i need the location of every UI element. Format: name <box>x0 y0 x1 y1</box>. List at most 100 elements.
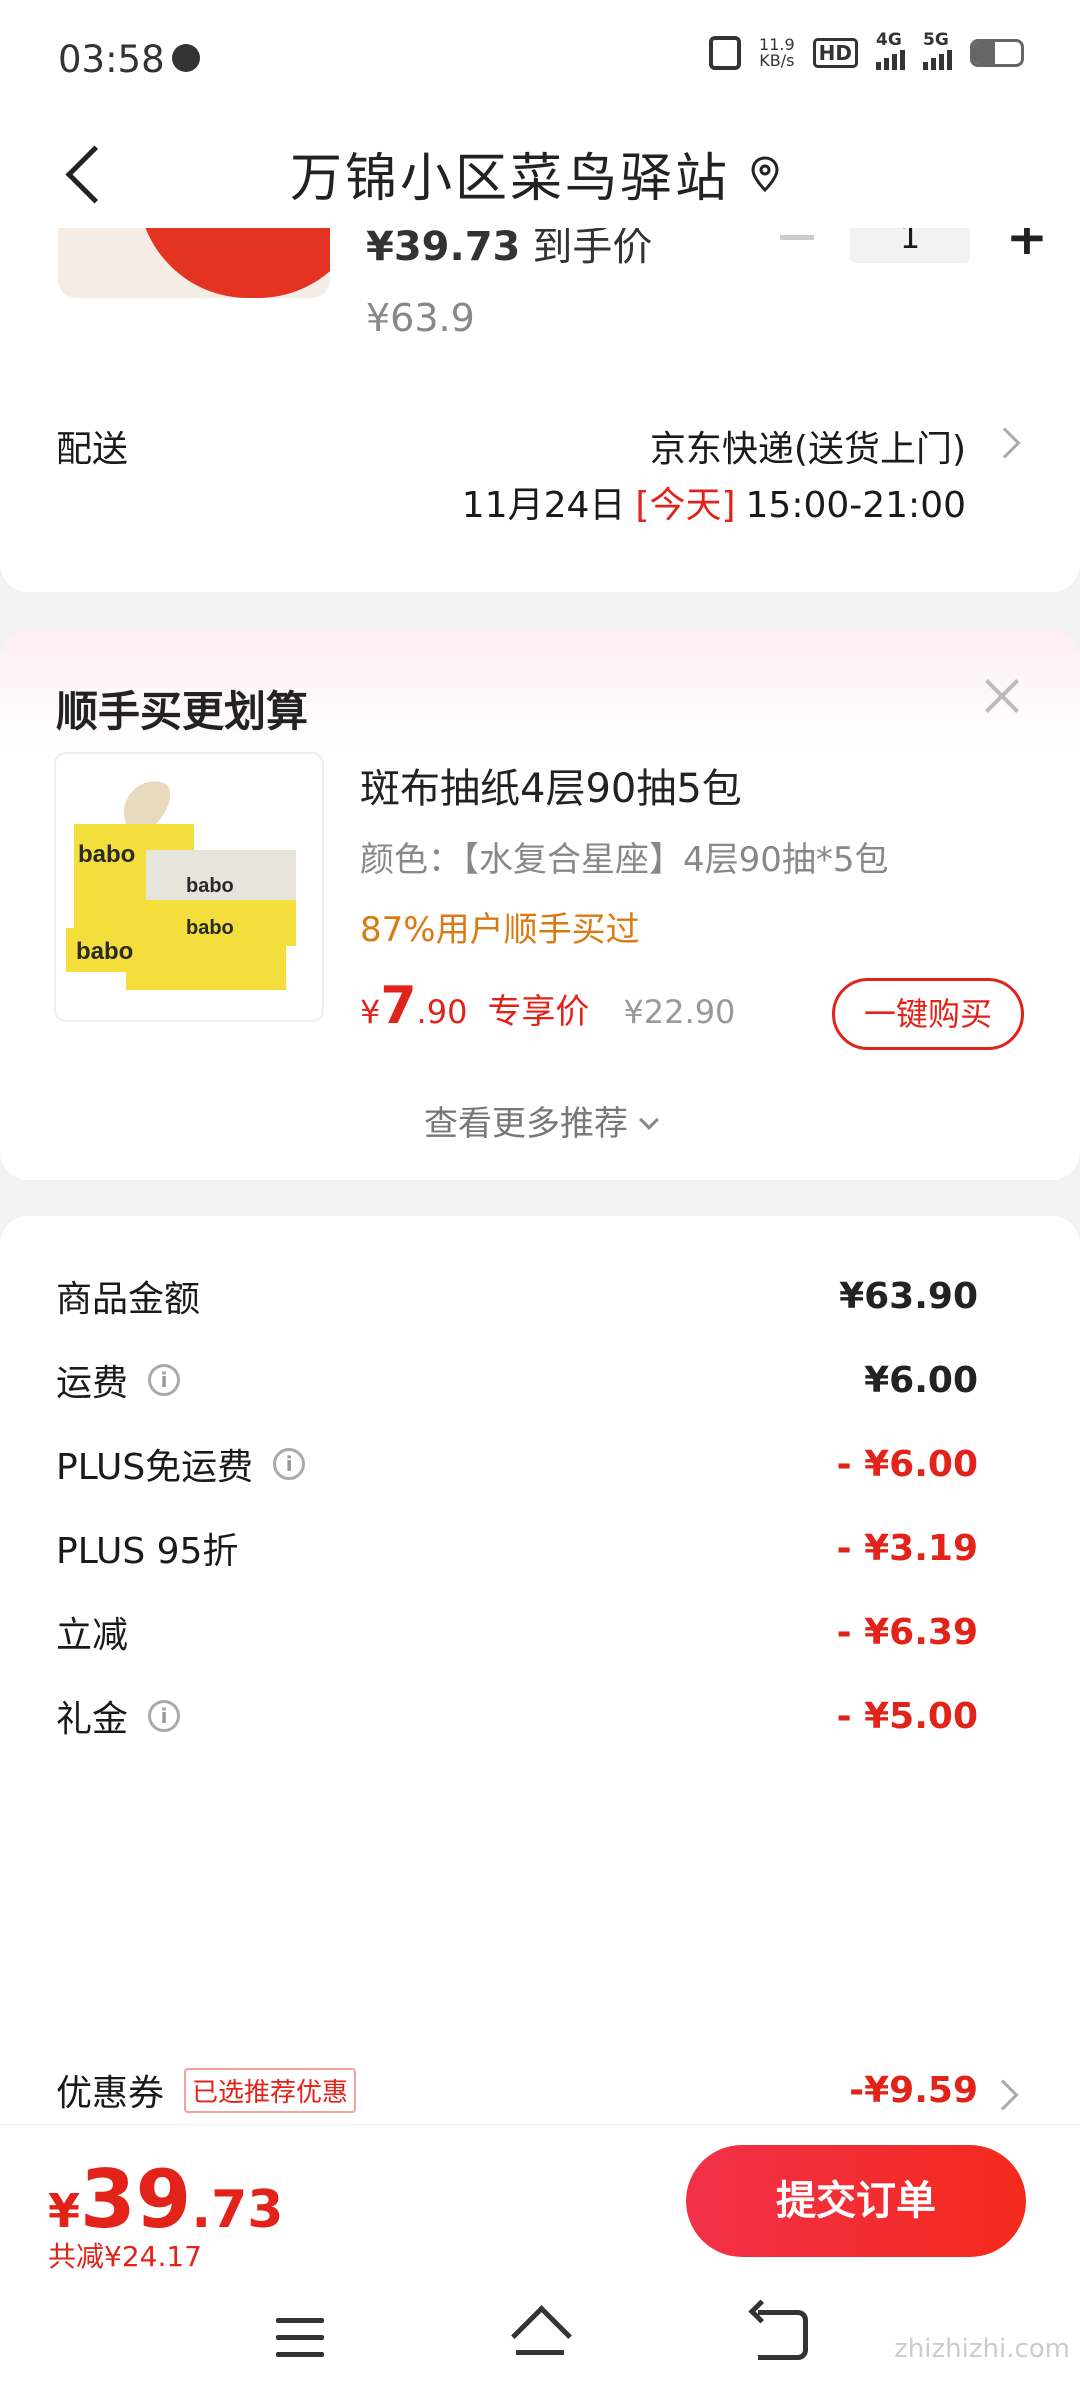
fee-row: 礼金 i - ¥5.00 <box>0 1690 1080 1760</box>
status-icons: 11.9 KB/s HD 4G 5G <box>709 30 1024 70</box>
recommend-social-proof: 87%用户顺手买过 <box>360 910 640 950</box>
info-icon[interactable]: i <box>273 1448 306 1480</box>
recommendation-title: 顺手买更划算 <box>56 687 309 736</box>
menu-icon[interactable] <box>276 2318 324 2358</box>
chevron-right-icon[interactable] <box>989 427 1021 459</box>
fee-label-wrap: 运费 i <box>56 1354 181 1406</box>
tissue-pack-image: babo babo babo babo <box>66 781 296 990</box>
chevron-down-icon <box>639 1110 659 1130</box>
price-decimal: .90 <box>416 993 468 1031</box>
net-speed: 11.9 KB/s <box>759 37 795 69</box>
fee-label: 立减 <box>56 1615 129 1656</box>
fee-label: 礼金 <box>56 1699 129 1740</box>
fee-summary: 商品金额 ¥63.90 运费 i ¥6.00 PLUS免运费 i - ¥6.00 PLUS 95… <box>0 1216 1080 2156</box>
fee-value: ¥6.00 <box>864 1360 978 1401</box>
submit-bar: ¥39.73 共减¥24.17 提交订单 <box>0 2124 1080 2284</box>
fee-label-wrap: 立减 <box>56 1606 128 1658</box>
chevron-right-icon[interactable] <box>987 2079 1019 2111</box>
brand-logo-2: babo <box>186 875 234 897</box>
coupon-tag: 已选推荐优惠 <box>184 2067 357 2113</box>
total-decimal: .73 <box>191 2180 284 2240</box>
battery-fill <box>973 42 995 64</box>
recommend-product-name[interactable]: 斑布抽纸4层90抽5包 <box>360 756 742 814</box>
shipping-today: [今天] <box>635 485 736 526</box>
coupon-label: 优惠券 <box>56 2073 165 2114</box>
fee-label: PLUS 95折 <box>56 1531 239 1572</box>
shipping-date: 11月24日 <box>461 485 626 526</box>
exclusive-price-label: 专享价 <box>487 992 590 1032</box>
price-yen: ¥ <box>360 993 381 1031</box>
decrease-button[interactable] <box>780 234 814 240</box>
product-thumbnail[interactable] <box>58 228 330 298</box>
return-icon[interactable] <box>758 2310 808 2360</box>
signal-5g-icon: 5G <box>923 30 952 70</box>
quantity-stepper: 1 + <box>780 228 1048 266</box>
increase-button[interactable]: + <box>1006 228 1048 266</box>
more-recommendations-label: 查看更多推荐 <box>424 1104 628 1144</box>
more-recommendations-link[interactable]: 查看更多推荐 <box>0 1096 1080 1145</box>
battery-icon <box>970 39 1024 67</box>
signal-4g-icon: 4G <box>876 30 905 70</box>
home-icon[interactable] <box>508 2308 572 2364</box>
fee-label: 商品金额 <box>56 1279 201 1320</box>
fee-label-wrap: 礼金 i <box>56 1690 181 1742</box>
original-price: ¥63.9 <box>366 296 475 340</box>
price-integer: 7 <box>380 976 417 1036</box>
status-bar: 03:58 11.9 KB/s HD 4G 5G <box>0 0 1080 118</box>
fee-label: PLUS免运费 <box>56 1447 254 1488</box>
hd-icon: HD <box>812 38 858 68</box>
shipping-time: 11月24日 [今天] 15:00-21:00 <box>462 476 966 528</box>
coupon-label-wrap: 优惠券 已选推荐优惠 <box>56 2064 357 2116</box>
globe-icon <box>172 44 200 72</box>
nav-bar: 万锦小区菜鸟驿站 <box>0 118 1080 228</box>
order-card: ¥39.73 到手价 1 + ¥63.9 配送 京东快递(送货上门) 11月24日… <box>0 228 1080 592</box>
fee-value: - ¥5.00 <box>836 1696 978 1737</box>
vibrate-icon <box>709 36 742 70</box>
fee-value: - ¥3.19 <box>836 1528 978 1569</box>
quantity-input[interactable]: 1 <box>850 228 970 263</box>
fee-label-wrap: PLUS免运费 i <box>56 1438 306 1490</box>
back-icon[interactable] <box>60 144 116 204</box>
recommend-old-price: ¥22.90 <box>623 993 736 1031</box>
fee-row: 运费 i ¥6.00 <box>0 1354 1080 1424</box>
shipping-label: 配送 <box>56 429 129 470</box>
coupon-value: -¥9.59 <box>849 2070 978 2111</box>
fee-row: PLUS 95折 - ¥3.19 <box>0 1522 1080 1592</box>
recommend-product-spec: 颜色：【水复合星座】4层90抽*5包 <box>360 840 889 880</box>
recommend-price: ¥7.90 专享价 ¥22.90 <box>360 976 735 1036</box>
recommend-product-image[interactable]: babo babo babo babo <box>54 752 324 1022</box>
total-saved: 共减¥24.17 <box>48 2240 202 2273</box>
final-price: ¥39.73 到手价 <box>366 228 652 272</box>
fee-row: 立减 - ¥6.39 <box>0 1606 1080 1676</box>
page-title: 万锦小区菜鸟驿站 <box>290 149 731 209</box>
brand-logo-1: babo <box>78 841 135 868</box>
status-time: 03:58 <box>58 38 165 81</box>
system-nav-bar: zhizhizhi.com <box>0 2284 1080 2400</box>
shipping-window: 15:00-21:00 <box>745 485 966 526</box>
brand-logo-3: babo <box>76 938 133 965</box>
close-icon[interactable] <box>980 674 1024 718</box>
signal-4g-label: 4G <box>876 30 902 50</box>
one-click-buy-button[interactable]: 一键购买 <box>832 978 1024 1050</box>
final-price-value: ¥39.73 <box>366 228 521 270</box>
fee-label: 运费 <box>56 1363 129 1404</box>
fee-value: ¥63.90 <box>839 1276 978 1317</box>
final-price-label: 到手价 <box>532 228 653 270</box>
location-pin-icon[interactable] <box>750 156 780 192</box>
total-integer: 39 <box>80 2153 192 2246</box>
fee-label-wrap: 商品金额 <box>56 1270 200 1322</box>
fee-row: 商品金额 ¥63.90 <box>0 1270 1080 1340</box>
net-speed-unit: KB/s <box>759 51 795 70</box>
fee-label-wrap: PLUS 95折 <box>56 1522 238 1574</box>
signal-5g-label: 5G <box>923 30 949 50</box>
fee-value: - ¥6.00 <box>836 1444 978 1485</box>
fee-row: PLUS免运费 i - ¥6.00 <box>0 1438 1080 1508</box>
total-yen: ¥ <box>48 2184 81 2238</box>
recommendation-card: 顺手买更划算 babo babo babo babo 斑布抽纸4层90抽5包 颜… <box>0 630 1080 1180</box>
fee-value: - ¥6.39 <box>836 1612 978 1653</box>
shipping-method[interactable]: 京东快递(送货上门) <box>650 420 966 472</box>
info-icon[interactable]: i <box>148 1364 181 1396</box>
total-price: ¥39.73 <box>48 2153 283 2246</box>
info-icon[interactable]: i <box>148 1700 181 1732</box>
submit-order-button[interactable]: 提交订单 <box>686 2145 1026 2257</box>
